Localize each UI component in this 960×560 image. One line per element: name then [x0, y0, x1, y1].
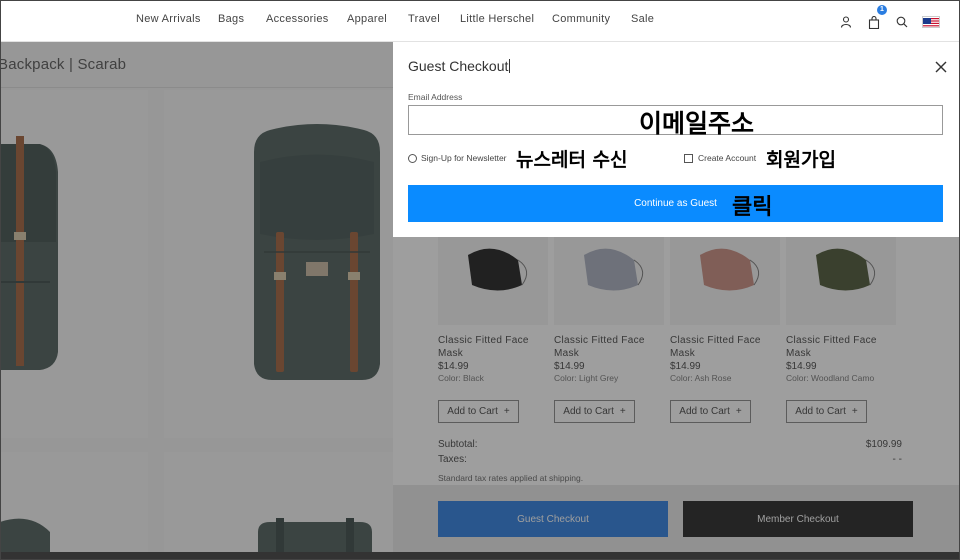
annotation-create-account: 회원가입 [766, 149, 836, 171]
nav-link-travel[interactable]: Travel [408, 13, 460, 25]
nav-link-community[interactable]: Community [552, 13, 631, 25]
nav-icons: 1 [828, 5, 940, 32]
us-flag-icon[interactable] [922, 16, 940, 28]
search-icon[interactable] [892, 12, 912, 32]
newsletter-radio[interactable] [408, 153, 417, 163]
bag-icon[interactable]: 1 [864, 5, 887, 32]
nav-links: New Arrivals Bags Accessories Apparel Tr… [136, 13, 654, 25]
continue-as-guest-button[interactable]: Continue as Guest [408, 185, 943, 222]
create-account-option[interactable]: Create Account [684, 153, 756, 163]
cart-count-badge: 1 [877, 5, 887, 15]
annotation-click: 클릭 [732, 195, 773, 220]
nav-link-new-arrivals[interactable]: New Arrivals [136, 13, 218, 25]
close-icon[interactable] [934, 60, 948, 74]
newsletter-option[interactable]: Sign-Up for Newsletter [408, 153, 507, 163]
nav-link-little-herschel[interactable]: Little Herschel [460, 13, 552, 25]
create-account-label: Create Account [698, 153, 757, 163]
newsletter-label: Sign-Up for Newsletter [421, 153, 507, 163]
nav-link-sale[interactable]: Sale [631, 13, 654, 25]
taskbar [0, 552, 960, 560]
nav-link-apparel[interactable]: Apparel [347, 13, 408, 25]
top-navigation: New Arrivals Bags Accessories Apparel Tr… [0, 0, 960, 42]
create-account-checkbox[interactable] [684, 153, 693, 163]
annotation-newsletter: 뉴스레터 수신 [516, 149, 628, 171]
drawer-overlay[interactable] [393, 237, 960, 552]
nav-link-accessories[interactable]: Accessories [266, 13, 347, 25]
annotation-email: 이메일주소 [639, 109, 755, 138]
email-label: Email Address [408, 92, 463, 102]
modal-title: Guest Checkout [408, 58, 511, 74]
user-icon[interactable] [836, 12, 856, 32]
nav-link-bags[interactable]: Bags [218, 13, 266, 25]
